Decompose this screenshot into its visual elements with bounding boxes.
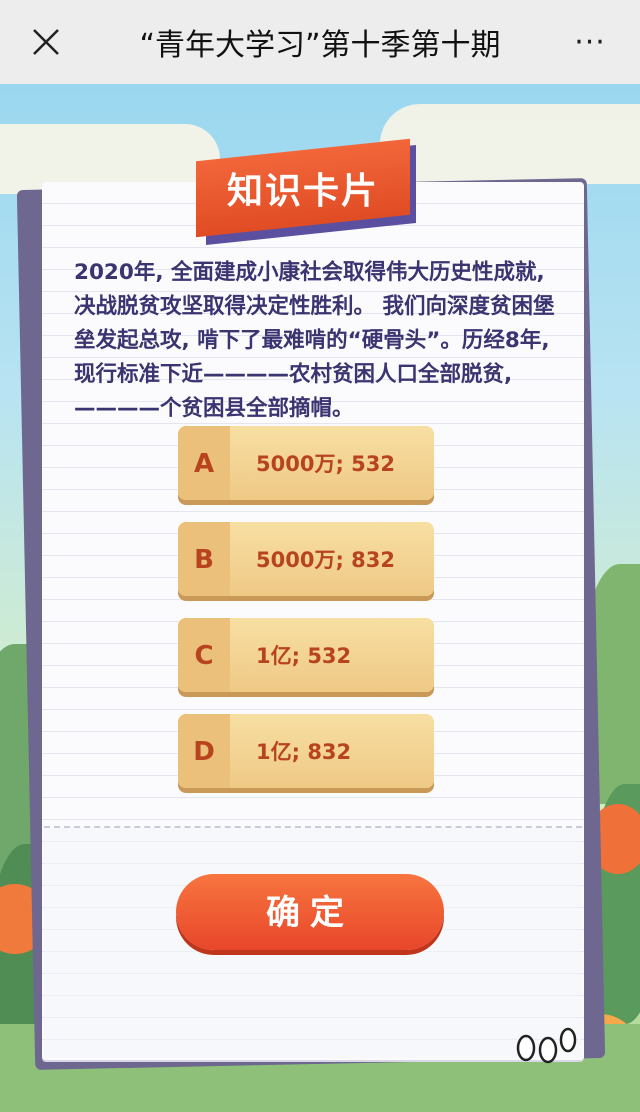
more-options-icon[interactable]: ··· xyxy=(570,28,610,58)
question-line: 垒发起总攻, 啃下了最难啃的“硬骨头”。历经8年, xyxy=(74,328,550,353)
option-text: 5000万; 832 xyxy=(256,548,395,572)
dashed-divider xyxy=(44,826,582,828)
top-nav-bar: “青年大学习”第十季第十期 ··· xyxy=(0,0,640,84)
option-a-button[interactable]: A 5000万; 532 xyxy=(178,426,434,500)
question-line: ————个贫困县全部摘帽。 xyxy=(74,396,354,421)
ribbon-title: 知识卡片 xyxy=(226,171,379,212)
question-line: 2020年, 全面建成小康社会取得伟大历史性成就, xyxy=(74,260,545,285)
option-text: 1亿; 832 xyxy=(256,740,352,764)
option-text: 1亿; 532 xyxy=(256,644,352,668)
option-letter: A xyxy=(193,449,215,479)
confirm-label: 确定 xyxy=(266,893,354,933)
option-letter: D xyxy=(193,737,215,767)
page-title: “青年大学习”第十季第十期 xyxy=(139,28,501,63)
option-letter: B xyxy=(194,545,214,575)
option-b-button[interactable]: B 5000万; 832 xyxy=(178,522,434,596)
question-line: 现行标准下近————农村贫困人口全部脱贫, xyxy=(74,362,513,387)
close-icon[interactable] xyxy=(28,24,64,60)
confirm-button[interactable]: 确定 xyxy=(176,874,444,950)
option-letter: C xyxy=(194,641,214,671)
footprint-doodle-icon xyxy=(514,1022,580,1070)
question-text: 2020年, 全面建成小康社会取得伟大历史性成就, 决战脱贫攻坚取得决定性胜利。… xyxy=(74,256,564,426)
option-c-button[interactable]: C 1亿; 532 xyxy=(178,618,434,692)
option-d-button[interactable]: D 1亿; 832 xyxy=(178,714,434,788)
question-line: 决战脱贫攻坚取得决定性胜利。 我们向深度贫困堡 xyxy=(74,294,555,319)
option-text: 5000万; 532 xyxy=(256,452,395,476)
